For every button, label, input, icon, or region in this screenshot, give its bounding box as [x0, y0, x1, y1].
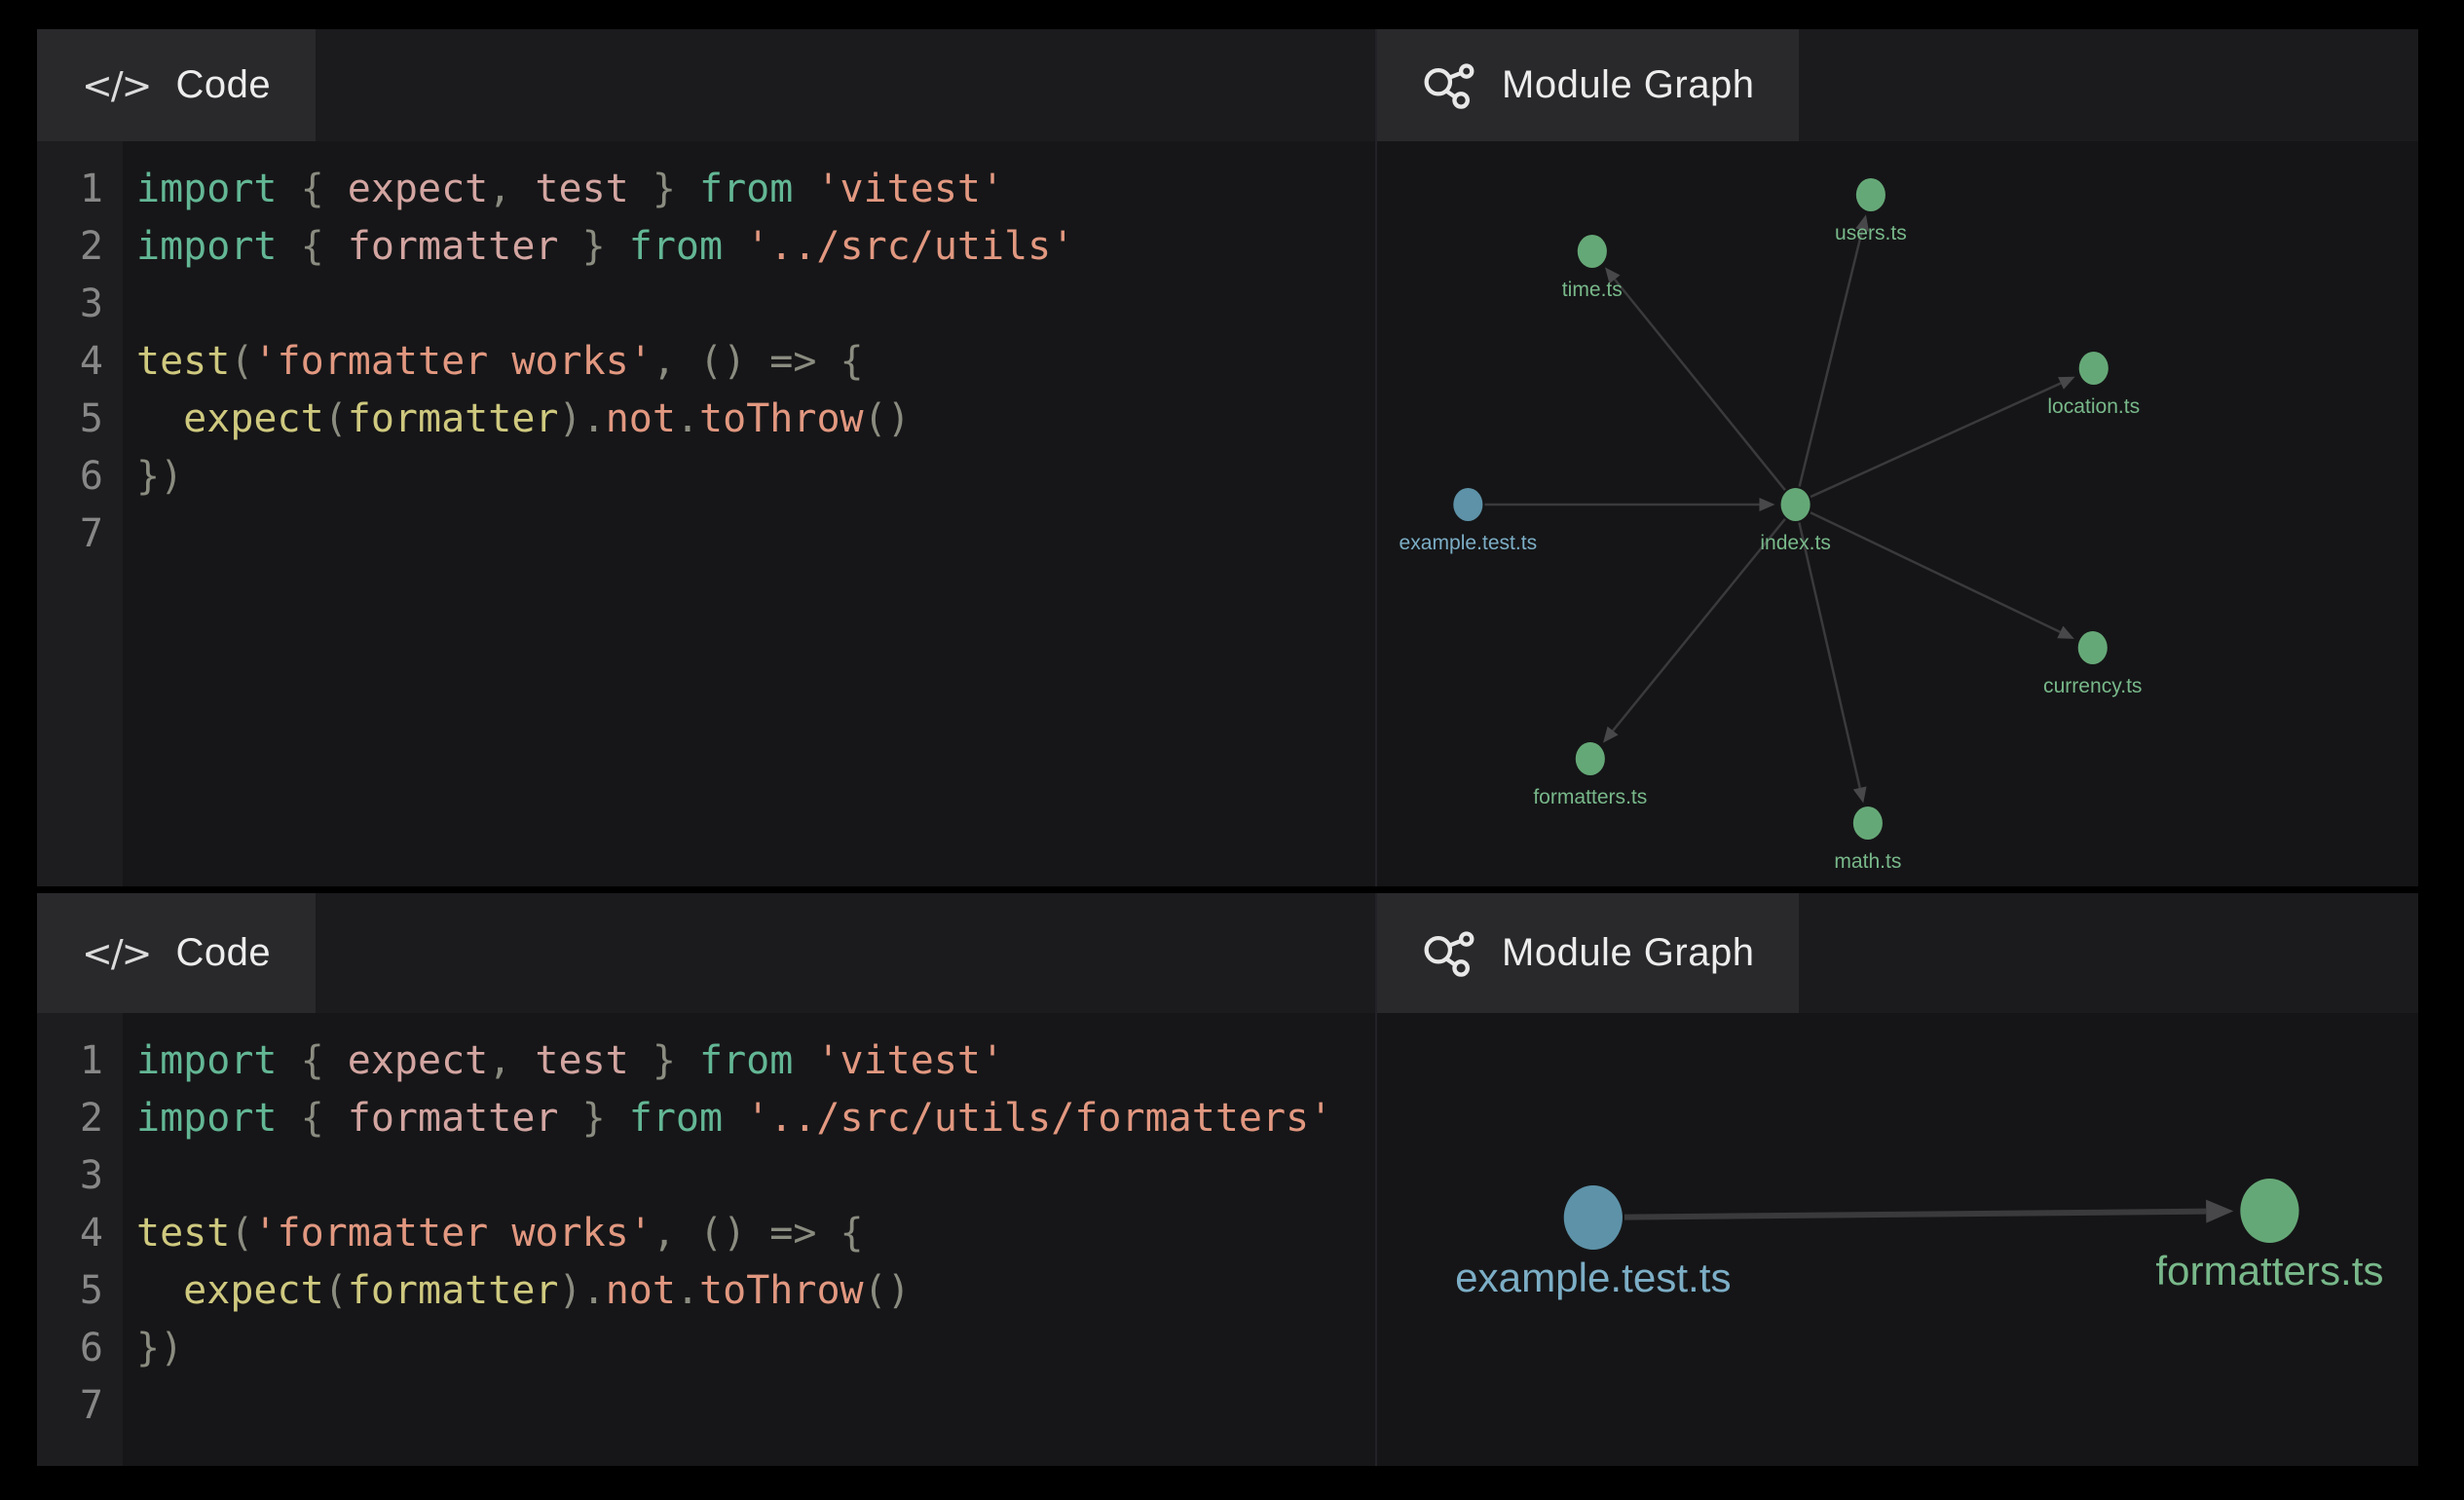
tab-module-graph-label: Module Graph [1502, 63, 1754, 107]
code-line: 3 [37, 1147, 1375, 1205]
graph-edge [1624, 1212, 2206, 1218]
graph-node-label: math.ts [1834, 850, 1901, 873]
graph-edge [1799, 523, 1859, 788]
code-line: 7 [37, 506, 1375, 563]
graph-node-formatters.ts[interactable] [1576, 742, 1605, 775]
code-line: 4test('formatter works', () => { [37, 1205, 1375, 1262]
tab-code-label: Code [175, 931, 271, 975]
line-number: 3 [37, 1147, 123, 1205]
code-line: 7 [37, 1377, 1375, 1435]
line-number: 2 [37, 1090, 123, 1147]
code-line-source: }) [123, 1320, 183, 1377]
line-number: 6 [37, 1320, 123, 1377]
code-icon: </> [82, 932, 150, 975]
line-number: 1 [37, 1032, 123, 1090]
graph-node-label: formatters.ts [1533, 786, 1647, 808]
code-line: 5 expect(formatter).not.toThrow() [37, 1262, 1375, 1320]
graph-node-label: users.ts [1835, 222, 1907, 244]
code-line: 2import { formatter } from '../src/utils… [37, 218, 1375, 276]
graph-edge [1811, 383, 2061, 497]
graph-edge [1615, 280, 1785, 490]
graph-panel-bottom: Module Graph example.test.ts formatters.t… [1377, 893, 2418, 1466]
line-number: 5 [37, 391, 123, 448]
graph-node-currency.ts[interactable] [2078, 631, 2108, 664]
graph-edge [1811, 512, 2060, 632]
module-graph-canvas-bottom[interactable]: example.test.ts formatters.ts [1377, 1013, 2418, 1466]
code-line-source: expect(formatter).not.toThrow() [123, 391, 911, 448]
module-graph-icon [1422, 61, 1476, 110]
graph-node-label: example.test.ts [1400, 532, 1538, 554]
code-line-source: test('formatter works', () => { [123, 333, 864, 391]
line-number: 7 [37, 506, 123, 563]
graph-panel-top: Module Graph users.ts time.ts location.ts e… [1377, 29, 2418, 886]
graph-node-users.ts[interactable] [1856, 178, 1885, 211]
graph-edge-arrowhead [2206, 1200, 2233, 1223]
graph-edge [1800, 230, 1863, 487]
code-panel-bottom: </> Code 1import { expect, test } from '… [37, 893, 1375, 1466]
code-line: 3 [37, 276, 1375, 333]
graph-edge-arrowhead [1603, 727, 1619, 743]
view-top: </> Code 1import { expect, test } from '… [37, 29, 2418, 886]
line-number: 4 [37, 1205, 123, 1262]
code-line-source: import { formatter } from '../src/utils' [123, 218, 1074, 276]
line-number: 1 [37, 161, 123, 218]
graph-node-example.test.ts[interactable] [1453, 488, 1482, 521]
view-bottom: </> Code 1import { expect, test } from '… [37, 893, 2418, 1466]
graph-node-label: example.test.ts [1455, 1255, 1731, 1300]
graph-node-label: formatters.ts [2155, 1248, 2383, 1294]
tab-code-top[interactable]: </> Code [37, 29, 316, 141]
code-line-source: test('formatter works', () => { [123, 1205, 864, 1262]
graph-node-formatters.ts[interactable] [2240, 1179, 2298, 1243]
graph-node-example.test.ts[interactable] [1564, 1185, 1623, 1250]
graph-node-math.ts[interactable] [1853, 806, 1883, 840]
code-line: 4test('formatter works', () => { [37, 333, 1375, 391]
code-line-source [123, 276, 136, 333]
graph-node-label: location.ts [2047, 395, 2140, 418]
line-number: 5 [37, 1262, 123, 1320]
app-window: </> Code 1import { expect, test } from '… [0, 0, 2464, 1500]
line-number: 7 [37, 1377, 123, 1435]
code-line: 2import { formatter } from '../src/utils… [37, 1090, 1375, 1147]
graph-edge-arrowhead [1853, 786, 1867, 803]
graph-node-label: currency.ts [2043, 675, 2142, 697]
graph-tabbar-top: Module Graph [1377, 29, 2418, 141]
tab-module-graph-bottom[interactable]: Module Graph [1377, 893, 1799, 1013]
graph-node-index.ts[interactable] [1781, 488, 1811, 521]
graph-node-label: time.ts [1562, 279, 1623, 301]
module-graph-icon [1422, 929, 1476, 978]
code-line-source: import { expect, test } from 'vitest' [123, 1032, 1004, 1090]
code-panel-top: </> Code 1import { expect, test } from '… [37, 29, 1375, 886]
line-number: 3 [37, 276, 123, 333]
code-line-source: expect(formatter).not.toThrow() [123, 1262, 911, 1320]
module-graph-canvas-top[interactable]: users.ts time.ts location.ts example.test.t… [1377, 141, 2418, 886]
tab-module-graph-top[interactable]: Module Graph [1377, 29, 1799, 141]
tab-module-graph-label: Module Graph [1502, 931, 1754, 975]
code-icon: </> [82, 64, 150, 107]
code-line-source: import { formatter } from '../src/utils/… [123, 1090, 1332, 1147]
code-line-source: import { expect, test } from 'vitest' [123, 161, 1004, 218]
code-editor-bottom[interactable]: 1import { expect, test } from 'vitest'2i… [37, 1013, 1375, 1466]
code-line-source [123, 1377, 136, 1435]
tab-code-label: Code [175, 63, 271, 107]
line-number: 6 [37, 448, 123, 506]
code-line-source [123, 506, 136, 563]
code-editor-top[interactable]: 1import { expect, test } from 'vitest'2i… [37, 141, 1375, 886]
code-line: 1import { expect, test } from 'vitest' [37, 161, 1375, 218]
code-line: 6}) [37, 448, 1375, 506]
line-number: 2 [37, 218, 123, 276]
code-line: 1import { expect, test } from 'vitest' [37, 1032, 1375, 1090]
code-tabbar-top: </> Code [37, 29, 1375, 141]
code-tabbar-bottom: </> Code [37, 893, 1375, 1013]
graph-tabbar-bottom: Module Graph [1377, 893, 2418, 1013]
graph-node-label: index.ts [1760, 532, 1831, 554]
code-line-source: }) [123, 448, 183, 506]
code-line-source [123, 1147, 136, 1205]
code-line: 5 expect(formatter).not.toThrow() [37, 391, 1375, 448]
code-line: 6}) [37, 1320, 1375, 1377]
graph-edge-arrowhead [1759, 498, 1774, 511]
graph-node-time.ts[interactable] [1578, 235, 1607, 268]
tab-code-bottom[interactable]: </> Code [37, 893, 316, 1013]
line-number: 4 [37, 333, 123, 391]
graph-node-location.ts[interactable] [2079, 352, 2109, 385]
